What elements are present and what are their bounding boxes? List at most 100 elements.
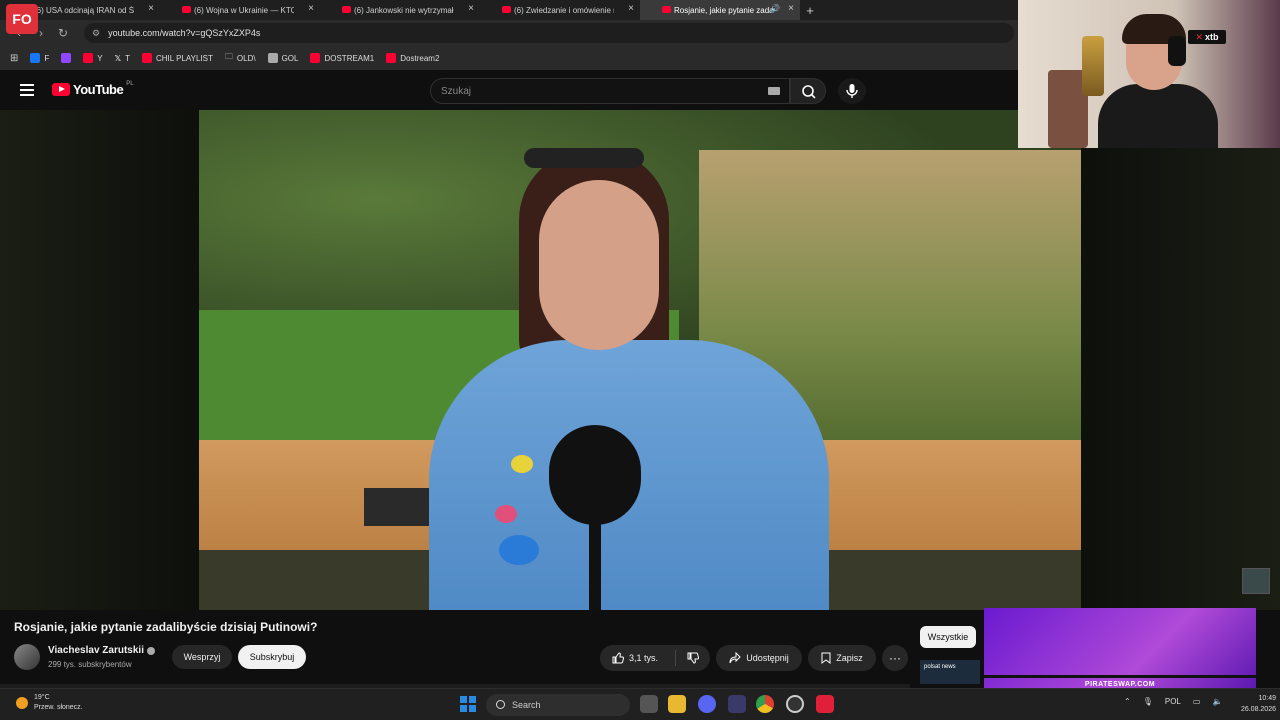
discord-icon[interactable] (698, 695, 716, 713)
bookmark-dostream2[interactable]: Dostream2 (386, 53, 439, 63)
mini-avatar[interactable] (1242, 568, 1270, 594)
tab-title: (6) Wojna w Ukrainie — KTO N (194, 5, 294, 15)
browser-tab-2[interactable]: (6) Wojna w Ukrainie — KTO N × (160, 0, 320, 20)
xtb-logo: ✕ xtb (1188, 30, 1226, 44)
video-butterfly (499, 535, 539, 565)
search-icon (496, 700, 505, 709)
clock[interactable]: 10:49 26.08.2026 (1232, 693, 1276, 715)
new-tab-button[interactable]: + (800, 0, 820, 20)
share-label: Udostępnij (746, 653, 789, 663)
dislike-button[interactable] (676, 652, 710, 664)
keyboard-icon[interactable] (768, 87, 780, 95)
subscriber-count: 299 tys. subskrybentów (48, 660, 132, 669)
bookmark-chill-playlist[interactable]: CHIL PLAYLIST (141, 53, 213, 63)
task-view-icon[interactable] (640, 695, 658, 713)
tab-title: (6) Zwiedzanie i omówienie na (514, 5, 614, 15)
clock-time: 10:49 (1258, 695, 1276, 702)
url-bar[interactable]: ⚙ youtube.com/watch?v=gQSzYxZXP4s (84, 23, 1014, 43)
browser-tab-5-active[interactable]: Rosjanie, jakie pytanie zada 🔊 × (640, 0, 800, 20)
save-button[interactable]: Zapisz (808, 645, 876, 671)
share-button[interactable]: Udostępnij (716, 645, 802, 671)
ad-banner[interactable]: PIRATESWAP.COM (984, 608, 1256, 690)
youtube-icon (141, 53, 152, 63)
logo-word: YouTube (73, 82, 124, 97)
search-button[interactable] (790, 78, 826, 104)
speaker-icon[interactable]: 🔊 (770, 4, 780, 13)
ad-strip (984, 675, 1256, 678)
support-button[interactable]: Wesprzyj (172, 645, 232, 669)
search-input[interactable]: Szukaj (430, 78, 790, 104)
close-icon[interactable]: × (148, 3, 154, 14)
bookmark-t[interactable]: 𝕏T (115, 54, 130, 63)
network-icon[interactable]: ▭ (1193, 697, 1201, 706)
search-icon (802, 85, 816, 99)
twitch-icon (61, 53, 72, 63)
gol-icon (267, 53, 278, 63)
close-icon[interactable]: × (308, 3, 314, 14)
system-tray: ⌃ 🎙 POL ▭ 🔈 (1124, 697, 1222, 706)
chip-all[interactable]: Wszystkie (920, 626, 976, 648)
youtube-icon (83, 53, 94, 63)
browser-tab-4[interactable]: (6) Zwiedzanie i omówienie na × (480, 0, 640, 20)
bookmark-f[interactable]: F (30, 53, 49, 63)
bookmark-twitch[interactable] (61, 53, 72, 63)
tab-title: Rosjanie, jakie pytanie zada (674, 5, 774, 15)
microphone-icon (846, 84, 858, 98)
tab-title: (6) USA odcinają IRAN od ŚWIA (34, 5, 134, 15)
clock-date: 26.08.2026 (1240, 706, 1276, 713)
youtube-favicon-icon (182, 6, 191, 13)
video-butterfly (495, 505, 517, 523)
close-icon[interactable]: × (788, 3, 794, 14)
screen: (6) USA odcinają IRAN od ŚWIA × (6) Wojna… (0, 0, 1280, 720)
video-player[interactable] (199, 110, 1081, 610)
chrome-icon[interactable] (756, 695, 774, 713)
more-actions-button[interactable]: ··· (882, 645, 908, 671)
browser-tab-3[interactable]: (6) Jankowski nie wytrzymał. "Z × (320, 0, 480, 20)
bookmark-label: F (44, 53, 50, 63)
mic-tray-icon[interactable]: 🎙 (1143, 697, 1153, 706)
channel-name[interactable]: Viacheslav Zarutskii (48, 645, 155, 656)
xtb-label: xtb (1205, 32, 1219, 42)
voice-search-button[interactable] (838, 78, 866, 104)
video-title: Rosjanie, jakie pytanie zadalibyście dzi… (14, 620, 318, 634)
volume-icon[interactable]: 🔈 (1212, 697, 1222, 706)
bookmark-y[interactable]: Y (83, 53, 103, 63)
file-explorer-icon[interactable] (668, 695, 686, 713)
bookmark-dostream1[interactable]: DOSTREAM1 (310, 53, 374, 63)
webcam-person-body (1098, 84, 1218, 148)
close-icon[interactable]: × (628, 3, 634, 14)
chevron-up-icon[interactable]: ⌃ (1124, 697, 1131, 706)
apps-grid-icon[interactable]: ⊞ (10, 53, 18, 64)
sun-icon (16, 697, 28, 709)
subscribe-button[interactable]: Subskrybuj (238, 645, 306, 669)
language-indicator[interactable]: POL (1165, 697, 1181, 706)
channel-avatar[interactable] (14, 644, 40, 670)
video-microphone-stand (589, 520, 601, 610)
app-red-icon[interactable] (816, 695, 834, 713)
youtube-favicon-icon (502, 6, 511, 13)
bookmark-gol[interactable]: GOL (267, 53, 298, 63)
url-text: youtube.com/watch?v=gQSzYxZXP4s (108, 28, 261, 38)
like-dislike-group: 3,1 tys. (600, 645, 710, 671)
video-butterfly (511, 455, 533, 473)
weather-widget[interactable]: 19°C Przew. słonecz. (16, 693, 83, 713)
streamer-logo: FO (6, 4, 38, 34)
polsat-news-logo[interactable]: polsat news (920, 660, 980, 684)
tab-title: (6) Jankowski nie wytrzymał. "Z (354, 5, 454, 15)
x-logo-icon: 𝕏 (114, 53, 122, 63)
bookmark-icon (821, 652, 831, 664)
windows-start-icon[interactable] (460, 696, 476, 712)
obs-icon[interactable] (786, 695, 804, 713)
temperature: 19°C (34, 694, 50, 701)
like-button[interactable]: 3,1 tys. (600, 650, 676, 666)
close-icon[interactable]: × (468, 3, 474, 14)
taskbar-search[interactable]: Search (486, 694, 630, 716)
menu-icon[interactable] (20, 84, 34, 96)
share-icon (729, 652, 741, 664)
youtube-logo[interactable]: YouTube PL (52, 81, 134, 97)
perplexity-icon[interactable] (728, 695, 746, 713)
bookmark-old[interactable]: 🗀 OLD\ (225, 51, 256, 65)
channel-name-text: Viacheslav Zarutskii (48, 645, 144, 656)
reload-icon[interactable]: ↻ (52, 22, 74, 44)
site-info-icon[interactable]: ⚙ (92, 28, 100, 39)
